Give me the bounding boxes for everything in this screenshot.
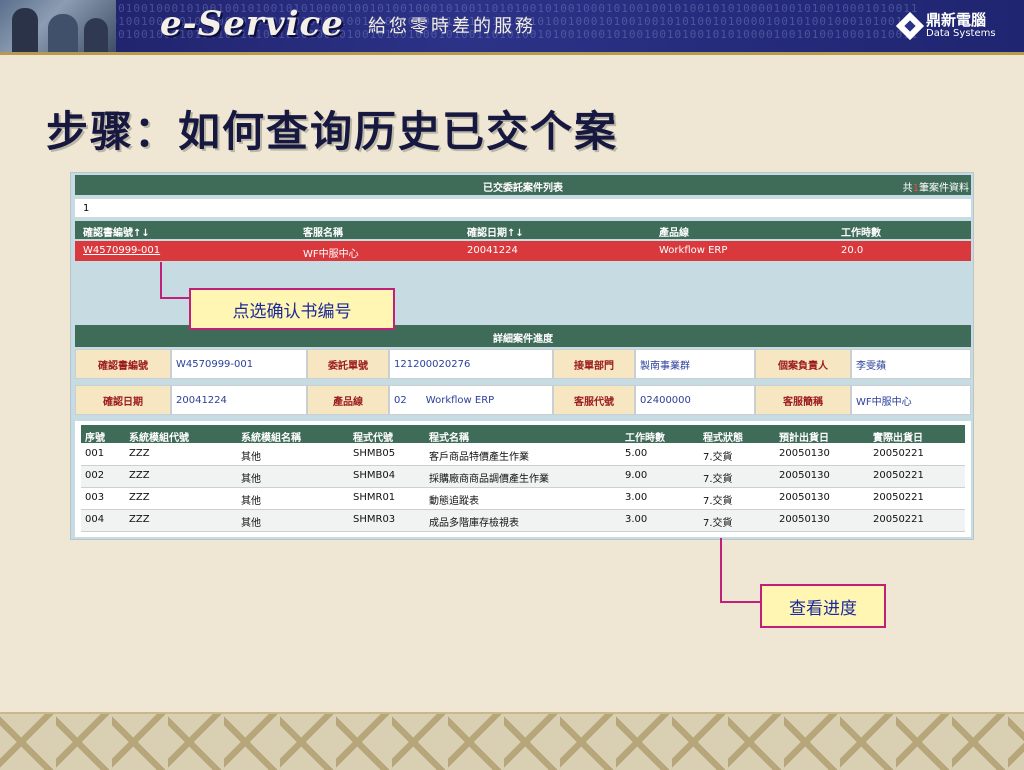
company-name-en: Data Systems bbox=[926, 28, 996, 39]
callout-connector bbox=[160, 262, 162, 298]
case-panel: 已交委託案件列表 共1筆案件資料 1 確認書編號↑↓ 客服名稱 確認日期↑↓ 產… bbox=[70, 172, 974, 540]
row-cs-name: WF中服中心 bbox=[303, 249, 359, 260]
info-value: 02400000 bbox=[635, 385, 755, 415]
col-header: 預計出貨日 bbox=[779, 433, 829, 444]
row-work-hours: 20.0 bbox=[841, 245, 864, 256]
company-logo: 鼎新電腦 Data Systems bbox=[895, 6, 996, 46]
confirm-no-link[interactable]: W4570999-001 bbox=[83, 245, 160, 256]
info-label: 客服代號 bbox=[553, 385, 635, 415]
page-link[interactable]: 1 bbox=[83, 203, 89, 214]
diamond-logo-icon bbox=[895, 11, 925, 41]
info-label: 產品線 bbox=[307, 385, 389, 415]
list-header: 確認書編號↑↓ 客服名稱 確認日期↑↓ 產品線 工作時數 bbox=[75, 221, 971, 239]
info-value: 李雯蘋 bbox=[851, 349, 971, 379]
info-value: 製南事業群 bbox=[635, 349, 755, 379]
callout-select-confirm-no: 点选确认书编号 bbox=[189, 288, 395, 330]
col-header: 程式狀態 bbox=[703, 433, 743, 444]
sort-confirm-no-header[interactable]: 確認書編號↑↓ bbox=[83, 224, 150, 239]
info-label: 接單部門 bbox=[553, 349, 635, 379]
info-value: 121200020276 bbox=[389, 349, 553, 379]
info-value: 02 Workflow ERP bbox=[389, 385, 553, 415]
table-row: 002 ZZZ 其他 SHMB04 採購廠商商品調價產生作業 9.00 7.交貨… bbox=[81, 466, 965, 488]
work-hours-header: 工作時數 bbox=[841, 228, 881, 239]
footer-ornament bbox=[0, 712, 1024, 770]
col-header: 序號 bbox=[85, 433, 105, 444]
callout-view-progress: 查看进度 bbox=[760, 584, 886, 628]
list-title: 已交委託案件列表 bbox=[483, 183, 563, 194]
table-row: 004 ZZZ 其他 SHMR03 成品多階庫存檢視表 3.00 7.交貨 20… bbox=[81, 510, 965, 532]
brand-logo: e-Service bbox=[160, 4, 344, 44]
row-confirm-date: 20041224 bbox=[467, 245, 518, 256]
table-row: 001 ZZZ 其他 SHMB05 客戶商品特價產生作業 5.00 7.交貨 2… bbox=[81, 444, 965, 466]
table-row: 003 ZZZ 其他 SHMR01 動態追蹤表 3.00 7.交貨 200501… bbox=[81, 488, 965, 510]
slide-title: 步骤：如何查询历史已交个案 bbox=[46, 107, 619, 156]
product-line-header: 產品線 bbox=[659, 228, 689, 239]
detail-info-row: 確認日期 20041224 產品線 02 Workflow ERP 客服代號 0… bbox=[75, 385, 971, 415]
record-count: 共1筆案件資料 bbox=[902, 183, 969, 194]
slogan: 給您零時差的服務 bbox=[368, 16, 536, 37]
info-label: 確認日期 bbox=[75, 385, 171, 415]
sort-confirm-date-header[interactable]: 確認日期↑↓ bbox=[467, 224, 524, 239]
info-label: 個案負責人 bbox=[755, 349, 851, 379]
company-name-cn: 鼎新電腦 bbox=[926, 11, 987, 29]
col-header: 系統模組代號 bbox=[129, 433, 189, 444]
list-title-bar: 已交委託案件列表 共1筆案件資料 bbox=[75, 175, 971, 195]
cs-name-header: 客服名稱 bbox=[303, 228, 343, 239]
info-label: 確認書編號 bbox=[75, 349, 171, 379]
callout-connector bbox=[160, 297, 190, 299]
detail-title: 詳細案件進度 bbox=[493, 334, 553, 345]
program-table: 序號 系統模組代號 系統模組名稱 程式代號 程式名稱 工作時數 程式狀態 預計出… bbox=[75, 421, 971, 537]
banner-photo bbox=[0, 0, 116, 52]
col-header: 系統模組名稱 bbox=[241, 433, 301, 444]
row-product-line: Workflow ERP bbox=[659, 245, 728, 256]
col-header: 程式代號 bbox=[353, 433, 393, 444]
program-table-header: 序號 系統模組代號 系統模組名稱 程式代號 程式名稱 工作時數 程式狀態 預計出… bbox=[81, 425, 965, 444]
table-row-selected[interactable]: W4570999-001 WF中服中心 20041224 Workflow ER… bbox=[75, 241, 971, 261]
header-banner: 0100101001000101001001010010101000010010… bbox=[0, 0, 1024, 55]
callout-connector bbox=[720, 601, 761, 603]
col-header: 實際出貨日 bbox=[873, 433, 923, 444]
detail-info-row: 確認書編號 W4570999-001 委託單號 121200020276 接單部… bbox=[75, 349, 971, 379]
pagination-row: 1 bbox=[75, 199, 971, 217]
info-label: 客服簡稱 bbox=[755, 385, 851, 415]
info-label: 委託單號 bbox=[307, 349, 389, 379]
col-header: 程式名稱 bbox=[429, 433, 469, 444]
col-header: 工作時數 bbox=[625, 433, 665, 444]
info-value: WF中服中心 bbox=[851, 385, 971, 415]
info-value: W4570999-001 bbox=[171, 349, 307, 379]
callout-connector bbox=[720, 538, 722, 602]
info-value: 20041224 bbox=[171, 385, 307, 415]
